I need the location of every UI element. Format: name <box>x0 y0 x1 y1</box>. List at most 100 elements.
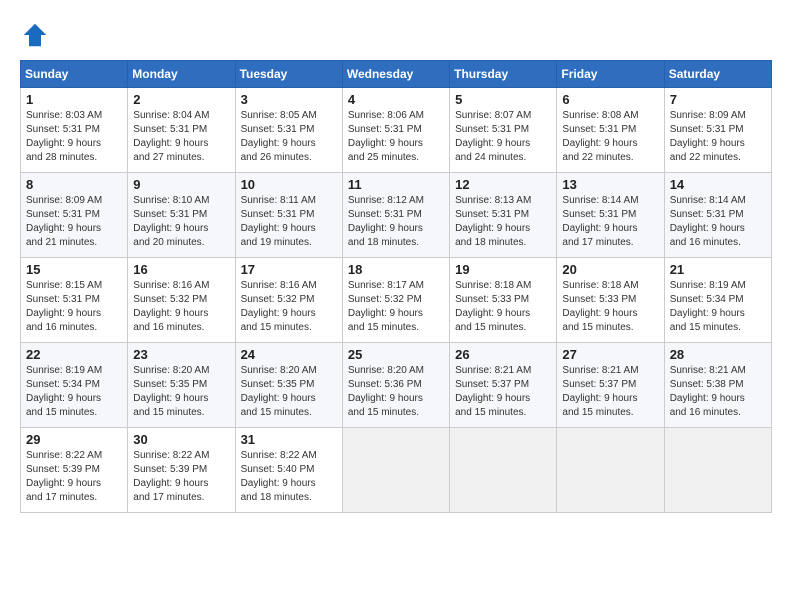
day-info: Sunrise: 8:17 AM Sunset: 5:32 PM Dayligh… <box>348 279 444 335</box>
day-number: 22 <box>26 347 122 362</box>
day-info: Sunrise: 8:09 AM Sunset: 5:31 PM Dayligh… <box>26 194 122 250</box>
calendar-header-row: SundayMondayTuesdayWednesdayThursdayFrid… <box>21 61 772 88</box>
day-info: Sunrise: 8:15 AM Sunset: 5:31 PM Dayligh… <box>26 279 122 335</box>
calendar-week-row: 8 Sunrise: 8:09 AM Sunset: 5:31 PM Dayli… <box>21 173 772 258</box>
day-info: Sunrise: 8:16 AM Sunset: 5:32 PM Dayligh… <box>241 279 337 335</box>
calendar-day-header: Sunday <box>21 61 128 88</box>
calendar-cell: 21 Sunrise: 8:19 AM Sunset: 5:34 PM Dayl… <box>664 258 771 343</box>
day-number: 27 <box>562 347 658 362</box>
calendar-cell: 11 Sunrise: 8:12 AM Sunset: 5:31 PM Dayl… <box>342 173 449 258</box>
calendar-day-header: Thursday <box>450 61 557 88</box>
calendar-cell <box>664 428 771 513</box>
calendar-cell: 4 Sunrise: 8:06 AM Sunset: 5:31 PM Dayli… <box>342 88 449 173</box>
calendar-cell <box>450 428 557 513</box>
day-number: 17 <box>241 262 337 277</box>
day-info: Sunrise: 8:13 AM Sunset: 5:31 PM Dayligh… <box>455 194 551 250</box>
day-number: 25 <box>348 347 444 362</box>
day-info: Sunrise: 8:10 AM Sunset: 5:31 PM Dayligh… <box>133 194 229 250</box>
calendar-week-row: 15 Sunrise: 8:15 AM Sunset: 5:31 PM Dayl… <box>21 258 772 343</box>
calendar-day-header: Tuesday <box>235 61 342 88</box>
day-info: Sunrise: 8:06 AM Sunset: 5:31 PM Dayligh… <box>348 109 444 165</box>
calendar-cell: 10 Sunrise: 8:11 AM Sunset: 5:31 PM Dayl… <box>235 173 342 258</box>
day-number: 23 <box>133 347 229 362</box>
day-number: 29 <box>26 432 122 447</box>
day-info: Sunrise: 8:04 AM Sunset: 5:31 PM Dayligh… <box>133 109 229 165</box>
day-number: 1 <box>26 92 122 107</box>
calendar-cell: 30 Sunrise: 8:22 AM Sunset: 5:39 PM Dayl… <box>128 428 235 513</box>
calendar-cell: 8 Sunrise: 8:09 AM Sunset: 5:31 PM Dayli… <box>21 173 128 258</box>
day-number: 10 <box>241 177 337 192</box>
calendar-day-header: Friday <box>557 61 664 88</box>
calendar-cell: 3 Sunrise: 8:05 AM Sunset: 5:31 PM Dayli… <box>235 88 342 173</box>
calendar-day-header: Monday <box>128 61 235 88</box>
day-info: Sunrise: 8:05 AM Sunset: 5:31 PM Dayligh… <box>241 109 337 165</box>
day-info: Sunrise: 8:20 AM Sunset: 5:35 PM Dayligh… <box>241 364 337 420</box>
calendar-cell: 19 Sunrise: 8:18 AM Sunset: 5:33 PM Dayl… <box>450 258 557 343</box>
calendar-cell: 15 Sunrise: 8:15 AM Sunset: 5:31 PM Dayl… <box>21 258 128 343</box>
day-number: 19 <box>455 262 551 277</box>
calendar-cell: 20 Sunrise: 8:18 AM Sunset: 5:33 PM Dayl… <box>557 258 664 343</box>
day-number: 8 <box>26 177 122 192</box>
day-number: 11 <box>348 177 444 192</box>
day-number: 14 <box>670 177 766 192</box>
day-info: Sunrise: 8:21 AM Sunset: 5:37 PM Dayligh… <box>562 364 658 420</box>
calendar-cell: 27 Sunrise: 8:21 AM Sunset: 5:37 PM Dayl… <box>557 343 664 428</box>
day-info: Sunrise: 8:16 AM Sunset: 5:32 PM Dayligh… <box>133 279 229 335</box>
calendar-cell: 25 Sunrise: 8:20 AM Sunset: 5:36 PM Dayl… <box>342 343 449 428</box>
day-info: Sunrise: 8:09 AM Sunset: 5:31 PM Dayligh… <box>670 109 766 165</box>
calendar-cell: 31 Sunrise: 8:22 AM Sunset: 5:40 PM Dayl… <box>235 428 342 513</box>
calendar-cell: 2 Sunrise: 8:04 AM Sunset: 5:31 PM Dayli… <box>128 88 235 173</box>
day-number: 24 <box>241 347 337 362</box>
calendar-cell: 6 Sunrise: 8:08 AM Sunset: 5:31 PM Dayli… <box>557 88 664 173</box>
day-number: 16 <box>133 262 229 277</box>
calendar-cell: 29 Sunrise: 8:22 AM Sunset: 5:39 PM Dayl… <box>21 428 128 513</box>
calendar-cell: 16 Sunrise: 8:16 AM Sunset: 5:32 PM Dayl… <box>128 258 235 343</box>
calendar-body: 1 Sunrise: 8:03 AM Sunset: 5:31 PM Dayli… <box>21 88 772 513</box>
calendar-cell: 24 Sunrise: 8:20 AM Sunset: 5:35 PM Dayl… <box>235 343 342 428</box>
calendar-cell: 12 Sunrise: 8:13 AM Sunset: 5:31 PM Dayl… <box>450 173 557 258</box>
calendar-day-header: Saturday <box>664 61 771 88</box>
day-number: 18 <box>348 262 444 277</box>
day-info: Sunrise: 8:12 AM Sunset: 5:31 PM Dayligh… <box>348 194 444 250</box>
day-info: Sunrise: 8:19 AM Sunset: 5:34 PM Dayligh… <box>26 364 122 420</box>
day-info: Sunrise: 8:22 AM Sunset: 5:40 PM Dayligh… <box>241 449 337 505</box>
day-info: Sunrise: 8:08 AM Sunset: 5:31 PM Dayligh… <box>562 109 658 165</box>
calendar-day-header: Wednesday <box>342 61 449 88</box>
day-number: 3 <box>241 92 337 107</box>
day-info: Sunrise: 8:21 AM Sunset: 5:38 PM Dayligh… <box>670 364 766 420</box>
calendar-cell <box>557 428 664 513</box>
day-info: Sunrise: 8:07 AM Sunset: 5:31 PM Dayligh… <box>455 109 551 165</box>
day-number: 26 <box>455 347 551 362</box>
calendar-cell: 14 Sunrise: 8:14 AM Sunset: 5:31 PM Dayl… <box>664 173 771 258</box>
day-number: 21 <box>670 262 766 277</box>
day-info: Sunrise: 8:14 AM Sunset: 5:31 PM Dayligh… <box>562 194 658 250</box>
day-number: 4 <box>348 92 444 107</box>
day-number: 9 <box>133 177 229 192</box>
day-number: 31 <box>241 432 337 447</box>
calendar-cell: 1 Sunrise: 8:03 AM Sunset: 5:31 PM Dayli… <box>21 88 128 173</box>
day-number: 6 <box>562 92 658 107</box>
day-info: Sunrise: 8:20 AM Sunset: 5:35 PM Dayligh… <box>133 364 229 420</box>
calendar-week-row: 22 Sunrise: 8:19 AM Sunset: 5:34 PM Dayl… <box>21 343 772 428</box>
calendar-week-row: 1 Sunrise: 8:03 AM Sunset: 5:31 PM Dayli… <box>21 88 772 173</box>
day-number: 20 <box>562 262 658 277</box>
calendar-cell: 5 Sunrise: 8:07 AM Sunset: 5:31 PM Dayli… <box>450 88 557 173</box>
calendar-table: SundayMondayTuesdayWednesdayThursdayFrid… <box>20 60 772 513</box>
day-info: Sunrise: 8:20 AM Sunset: 5:36 PM Dayligh… <box>348 364 444 420</box>
day-info: Sunrise: 8:22 AM Sunset: 5:39 PM Dayligh… <box>133 449 229 505</box>
calendar-cell: 22 Sunrise: 8:19 AM Sunset: 5:34 PM Dayl… <box>21 343 128 428</box>
day-number: 30 <box>133 432 229 447</box>
calendar-cell: 17 Sunrise: 8:16 AM Sunset: 5:32 PM Dayl… <box>235 258 342 343</box>
day-number: 5 <box>455 92 551 107</box>
logo <box>20 20 54 50</box>
day-number: 2 <box>133 92 229 107</box>
day-info: Sunrise: 8:03 AM Sunset: 5:31 PM Dayligh… <box>26 109 122 165</box>
calendar-cell: 26 Sunrise: 8:21 AM Sunset: 5:37 PM Dayl… <box>450 343 557 428</box>
day-info: Sunrise: 8:21 AM Sunset: 5:37 PM Dayligh… <box>455 364 551 420</box>
calendar-cell <box>342 428 449 513</box>
day-info: Sunrise: 8:11 AM Sunset: 5:31 PM Dayligh… <box>241 194 337 250</box>
calendar-cell: 18 Sunrise: 8:17 AM Sunset: 5:32 PM Dayl… <box>342 258 449 343</box>
day-number: 7 <box>670 92 766 107</box>
day-number: 28 <box>670 347 766 362</box>
day-info: Sunrise: 8:19 AM Sunset: 5:34 PM Dayligh… <box>670 279 766 335</box>
